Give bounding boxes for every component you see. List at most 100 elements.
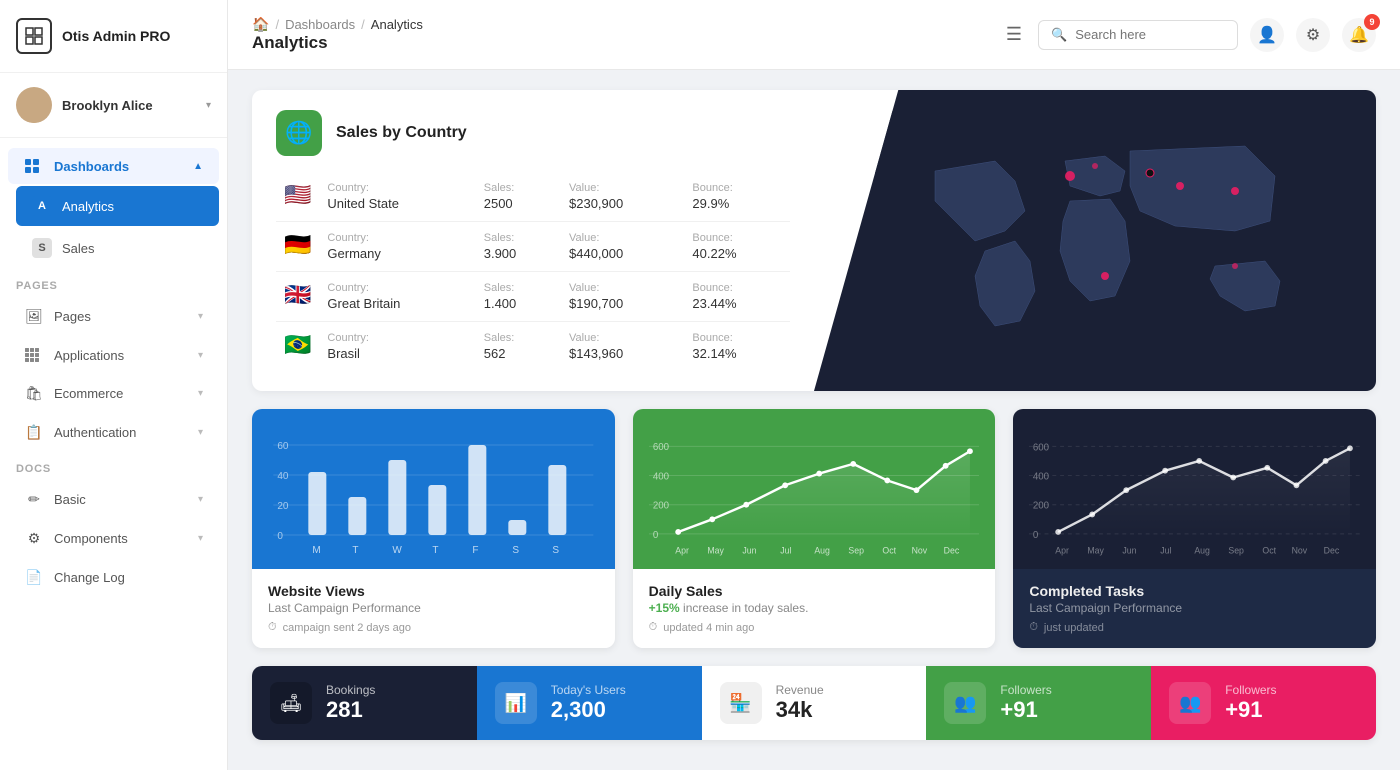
website-views-card: 60 40 20 0 M T [252,409,615,648]
sidebar-item-analytics[interactable]: A Analytics [16,186,219,226]
authentication-label: Authentication [54,425,136,440]
ecommerce-icon: 🛍 [24,385,44,402]
bookings-icon-wrap: 🛋 [270,682,312,724]
user-area[interactable]: Brooklyn Alice ▾ [0,73,227,138]
ecommerce-label: Ecommerce [54,386,123,401]
completed-tasks-subtitle: Last Campaign Performance [1029,601,1360,615]
bookings-value: 281 [326,697,459,723]
sidebar: Otis Admin PRO Brooklyn Alice ▾ Dashboar… [0,0,228,770]
website-views-meta: ⏱ campaign sent 2 days ago [268,621,599,634]
chevron-down-icon: ▾ [206,100,211,111]
app-name: Otis Admin PRO [62,28,170,44]
daily-sales-chart-top: 600 400 200 0 [633,409,996,569]
stat-followers-green: 👥 Followers +91 [926,666,1151,740]
sidebar-item-changelog[interactable]: 📄 Change Log [8,559,219,596]
today-users-value: 2,300 [551,697,684,723]
card-header: 🌐 Sales by Country [276,110,790,156]
notifications-button[interactable]: 🔔 9 [1342,18,1376,52]
svg-text:200: 200 [1033,501,1050,512]
charts-row: 60 40 20 0 M T [252,409,1376,648]
completed-tasks-card: 600 400 200 0 [1013,409,1376,648]
sidebar-item-pages[interactable]: 🖼 Pages ▾ [8,298,219,335]
table-row: 🇩🇪 Country: Germany Sales: 3.900 Value: … [276,222,790,272]
svg-text:Sep: Sep [1229,545,1245,555]
components-icon: ⚙ [24,530,44,547]
revenue-label: Revenue [776,683,909,697]
menu-toggle-icon[interactable]: ☰ [1006,24,1022,45]
clock-icon: ⏱ [268,621,277,634]
avatar [16,87,52,123]
extra-icon-wrap: 👥 [1169,682,1211,724]
search-box[interactable]: 🔍 [1038,20,1238,50]
components-label: Components [54,531,128,546]
basic-icon: ✏ [24,491,44,508]
sidebar-item-ecommerce[interactable]: 🛍 Ecommerce ▾ [8,375,219,412]
search-icon: 🔍 [1051,27,1067,43]
sales-letter-icon: S [32,238,52,258]
svg-text:600: 600 [653,442,670,453]
svg-text:600: 600 [1033,442,1050,453]
extra-info: Followers +91 [1225,683,1358,723]
sidebar-item-sales[interactable]: S Sales [16,228,219,268]
table-row: 🇺🇸 Country: United State Sales: 2500 Val… [276,172,790,222]
today-users-label: Today's Users [551,683,684,697]
today-users-icon: 📊 [505,693,527,714]
sidebar-item-authentication[interactable]: 📋 Authentication ▾ [8,414,219,451]
completed-tasks-title: Completed Tasks [1029,583,1360,599]
nav-menu: Dashboards ▲ A Analytics S Sales PAGES 🖼… [0,138,227,606]
revenue-icon-wrap: 🏪 [720,682,762,724]
svg-text:Apr: Apr [675,545,689,555]
svg-text:200: 200 [653,501,670,512]
extra-label: Followers [1225,683,1358,697]
sidebar-item-applications[interactable]: Applications ▾ [8,337,219,373]
svg-text:Jul: Jul [780,545,791,555]
stats-row: 🛋 Bookings 281 📊 Today's Users 2,300 � [252,666,1376,740]
logo-area: Otis Admin PRO [0,0,227,73]
breadcrumb-dashboards[interactable]: Dashboards [285,17,355,32]
dashboards-label: Dashboards [54,159,129,174]
header: 🏠 / Dashboards / Analytics Analytics ☰ 🔍… [228,0,1400,70]
svg-text:Nov: Nov [1292,545,1308,555]
bookings-label: Bookings [326,683,459,697]
world-map-area [814,90,1376,391]
svg-text:20: 20 [277,501,289,512]
website-views-info: Website Views Last Campaign Performance … [252,569,615,648]
docs-section-label: DOCS [0,453,227,479]
svg-text:Jun: Jun [742,545,756,555]
user-profile-button[interactable]: 👤 [1250,18,1284,52]
website-views-title: Website Views [268,583,599,599]
home-icon[interactable]: 🏠 [252,16,269,33]
today-users-info: Today's Users 2,300 [551,683,684,723]
sidebar-item-basic[interactable]: ✏ Basic ▾ [8,481,219,518]
svg-text:T: T [432,545,438,556]
world-map-svg [875,111,1315,371]
svg-text:Jul: Jul [1161,545,1172,555]
main-area: 🏠 / Dashboards / Analytics Analytics ☰ 🔍… [228,0,1400,770]
applications-label: Applications [54,348,124,363]
svg-text:M: M [312,545,320,556]
svg-text:400: 400 [653,471,670,482]
card-title: Sales by Country [336,124,467,142]
changelog-label: Change Log [54,570,125,585]
daily-sales-subtitle-text: increase in today sales. [683,601,808,615]
sidebar-item-dashboards[interactable]: Dashboards ▲ [8,148,219,184]
svg-text:60: 60 [277,441,289,452]
header-actions: 🔍 👤 ⚙ 🔔 9 [1038,18,1376,52]
sidebar-item-components[interactable]: ⚙ Components ▾ [8,520,219,557]
daily-sales-line-svg: 600 400 200 0 [649,425,980,565]
logo-icon [16,18,52,54]
followers-info: Followers +91 [1000,683,1133,723]
revenue-info: Revenue 34k [776,683,909,723]
breadcrumb-sep2: / [361,17,365,32]
analytics-label: Analytics [62,199,114,214]
pages-section-label: PAGES [0,270,227,296]
followers-label: Followers [1000,683,1133,697]
chevron-components-icon: ▾ [198,533,203,544]
settings-button[interactable]: ⚙ [1296,18,1330,52]
breadcrumb-sep1: / [275,17,279,32]
svg-text:May: May [707,545,724,555]
followers-icon-wrap: 👥 [944,682,986,724]
analytics-letter-icon: A [32,196,52,216]
stat-extra: 👥 Followers +91 [1151,666,1376,740]
search-input[interactable] [1075,27,1225,42]
